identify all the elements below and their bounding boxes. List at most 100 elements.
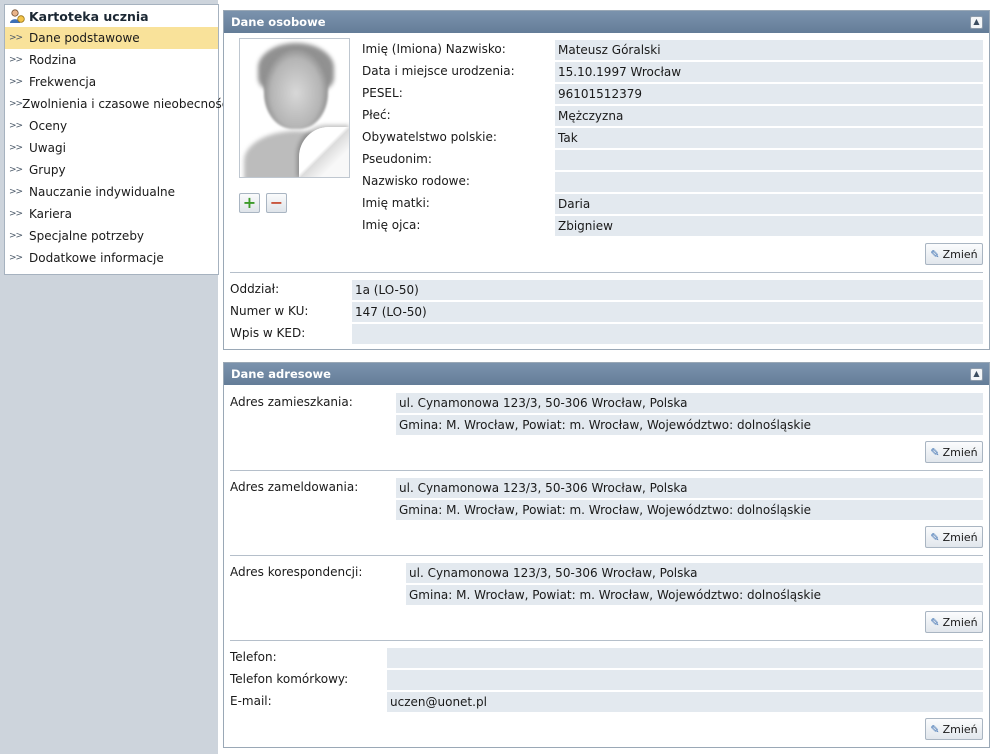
contact-email-label: E-mail: (230, 694, 272, 708)
sidebar-item-label: Dane podstawowe (29, 31, 140, 45)
pencil-icon: ✎ (930, 615, 940, 629)
contact-phone-label: Telefon: (230, 650, 277, 664)
edit-registered-address-button[interactable]: ✎ Zmień (925, 526, 983, 548)
sidebar-item-nauczanie-indywidualne[interactable]: >> Nauczanie indywidualne (5, 181, 218, 203)
sidebar-item-kariera[interactable]: >> Kariera (5, 203, 218, 225)
double-chevron-right-icon: >> (9, 55, 23, 65)
field-label-citizenship: Obywatelstwo polskie: (362, 130, 497, 144)
sidebar-title: Kartoteka ucznia (29, 8, 149, 24)
button-label: Zmień (942, 530, 978, 544)
edit-contact-button[interactable]: ✎ Zmień (925, 718, 983, 740)
double-chevron-right-icon: >> (9, 187, 23, 197)
student-photo (239, 38, 350, 178)
sidebar-item-dodatkowe-informacje[interactable]: >> Dodatkowe informacje (5, 247, 218, 269)
contact-mobile-label: Telefon komórkowy: (230, 672, 349, 686)
double-chevron-right-icon: >> (9, 231, 23, 241)
address-correspondence-line1: ul. Cynamonowa 123/3, 50-306 Wrocław, Po… (406, 563, 983, 583)
edit-correspondence-address-button[interactable]: ✎ Zmień (925, 611, 983, 633)
pencil-icon: ✎ (930, 445, 940, 459)
sidebar-item-dane-podstawowe[interactable]: >> Dane podstawowe (5, 27, 218, 49)
field-value-mother-name: Daria (555, 194, 983, 214)
field-value-birth: 15.10.1997 Wrocław (555, 62, 983, 82)
field-label-birth: Data i miejsce urodzenia: (362, 64, 515, 78)
double-chevron-right-icon: >> (9, 253, 23, 263)
sidebar-nav: >> Dane podstawowe >> Rodzina >> Frekwencja… (5, 27, 232, 269)
sidebar-item-specjalne-potrzeby[interactable]: >> Specjalne potrzeby (5, 225, 218, 247)
address-registered-line2: Gmina: M. Wrocław, Powiat: m. Wrocław, W… (396, 500, 983, 520)
sidebar-item-frekwencja[interactable]: >> Frekwencja (5, 71, 218, 93)
double-chevron-right-icon: >> (9, 99, 23, 109)
sidebar-item-label: Uwagi (29, 141, 66, 155)
field-value-class: 1a (LO-50) (352, 280, 983, 300)
double-chevron-right-icon: >> (9, 143, 23, 153)
address-correspondence-label: Adres korespondencji: (230, 565, 363, 579)
sidebar-item-oceny[interactable]: >> Oceny (5, 115, 218, 137)
field-label-class: Oddział: (230, 282, 280, 296)
sidebar-item-grupy[interactable]: >> Grupy (5, 159, 218, 181)
double-chevron-right-icon: >> (9, 77, 23, 87)
address-home-line2: Gmina: M. Wrocław, Powiat: m. Wrocław, W… (396, 415, 983, 435)
address-data-panel: Dane adresowe ▲ Adres zamieszkania: ul. … (223, 362, 990, 748)
sidebar-item-label: Specjalne potrzeby (29, 229, 145, 243)
field-value-citizenship: Tak (555, 128, 983, 148)
divider (230, 555, 983, 556)
sidebar-item-label: Grupy (29, 163, 66, 177)
remove-photo-button[interactable]: − (266, 193, 287, 213)
button-label: Zmień (942, 722, 978, 736)
pencil-icon: ✎ (930, 722, 940, 736)
divider (230, 640, 983, 641)
field-value-maiden-name (555, 172, 983, 192)
field-value-nickname (555, 150, 983, 170)
field-label-ked-entry: Wpis w KED: (230, 326, 306, 340)
sidebar-item-label: Oceny (29, 119, 68, 133)
double-chevron-right-icon: >> (9, 209, 23, 219)
field-value-name: Mateusz Góralski (555, 40, 983, 60)
field-label-sex: Płeć: (362, 108, 391, 122)
pencil-icon: ✎ (930, 247, 940, 261)
address-registered-label: Adres zameldowania: (230, 480, 359, 494)
double-chevron-up-icon[interactable]: ▲ (970, 15, 983, 29)
sidebar-item-label: Rodzina (29, 53, 77, 67)
panel-title: Dane adresowe (231, 367, 331, 381)
sidebar-item-label: Frekwencja (29, 75, 97, 89)
field-value-pesel: 96101512379 (555, 84, 983, 104)
button-label: Zmień (942, 445, 978, 459)
user-icon (9, 8, 25, 24)
button-label: Zmień (942, 615, 978, 629)
panel-header: Dane adresowe ▲ (224, 363, 989, 385)
address-correspondence-line2: Gmina: M. Wrocław, Powiat: m. Wrocław, W… (406, 585, 983, 605)
sidebar-item-rodzina[interactable]: >> Rodzina (5, 49, 218, 71)
field-label-pesel: PESEL: (362, 86, 403, 100)
field-label-name: Imię (Imiona) Nazwisko: (362, 42, 506, 56)
address-home-line1: ul. Cynamonowa 123/3, 50-306 Wrocław, Po… (396, 393, 983, 413)
double-chevron-up-icon[interactable]: ▲ (970, 367, 983, 381)
edit-personal-button[interactable]: ✎ Zmień (925, 243, 983, 265)
contact-mobile-value (387, 670, 983, 690)
double-chevron-right-icon: >> (9, 121, 23, 131)
double-chevron-right-icon: >> (9, 33, 23, 43)
panel-title: Dane osobowe (231, 15, 326, 29)
add-photo-button[interactable]: + (239, 193, 260, 213)
field-label-maiden-name: Nazwisko rodowe: (362, 174, 470, 188)
sidebar-item-label: Nauczanie indywidualne (29, 185, 176, 199)
button-label: Zmień (942, 247, 978, 261)
edit-home-address-button[interactable]: ✎ Zmień (925, 441, 983, 463)
field-label-nickname: Pseudonim: (362, 152, 432, 166)
field-value-ku-number: 147 (LO-50) (352, 302, 983, 322)
divider (230, 272, 983, 273)
contact-email-value: uczen@uonet.pl (387, 692, 983, 712)
sidebar-item-label: Kariera (29, 207, 72, 221)
contact-phone-value (387, 648, 983, 668)
divider (230, 470, 983, 471)
address-registered-line1: ul. Cynamonowa 123/3, 50-306 Wrocław, Po… (396, 478, 983, 498)
photo-face (264, 49, 328, 129)
field-label-father-name: Imię ojca: (362, 218, 421, 232)
field-value-father-name: Zbigniew (555, 216, 983, 236)
pencil-icon: ✎ (930, 530, 940, 544)
sidebar-item-zwolnienia[interactable]: >> Zwolnienia i czasowe nieobecności (5, 93, 232, 115)
sidebar-item-uwagi[interactable]: >> Uwagi (5, 137, 218, 159)
sidebar-item-label: Zwolnienia i czasowe nieobecności (22, 97, 232, 111)
field-label-ku-number: Numer w KU: (230, 304, 309, 318)
sidebar-item-label: Dodatkowe informacje (29, 251, 164, 265)
field-label-mother-name: Imię matki: (362, 196, 430, 210)
